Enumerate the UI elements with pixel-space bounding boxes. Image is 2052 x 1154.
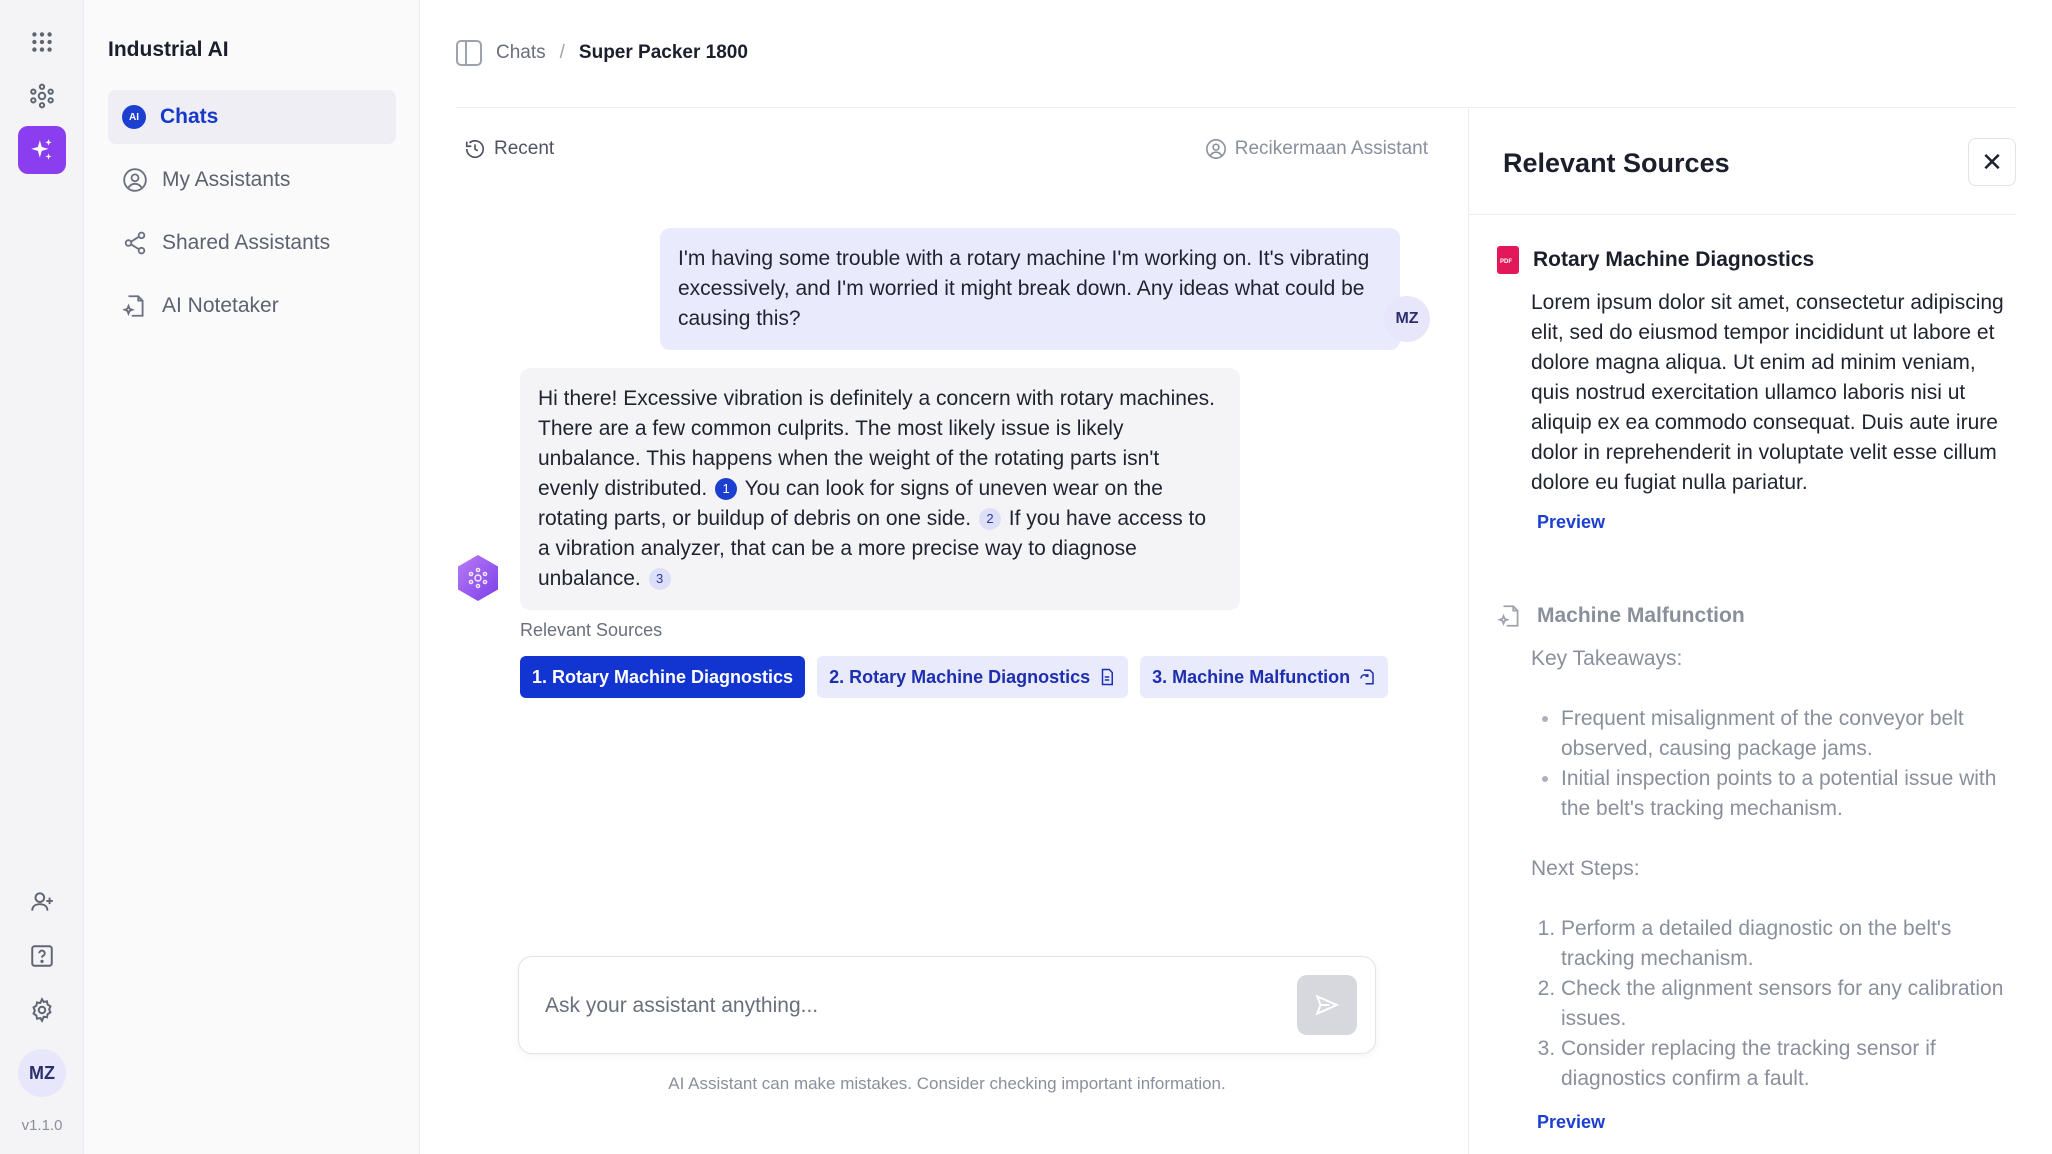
- close-icon: ✕: [1981, 146, 2003, 177]
- sidebar: Industrial AI AI Chats My Assistants Sha…: [84, 0, 420, 1154]
- source-entry: Machine Malfunction Key Takeaways: Frequ…: [1497, 602, 2011, 1133]
- source-chip-label: 3. Machine Malfunction: [1152, 666, 1351, 687]
- breadcrumb: Chats / Super Packer 1800: [456, 40, 748, 66]
- relevant-sources-label: Relevant Sources: [520, 620, 663, 640]
- list-item: Frequent misalignment of the conveyor be…: [1561, 704, 2011, 764]
- source-title[interactable]: Machine Malfunction: [1497, 602, 2011, 630]
- refresh-doc-icon: [1360, 669, 1374, 685]
- sources-panel: Relevant Sources ✕ Rotary Machine Diagno…: [1468, 108, 2016, 1154]
- list-item: Consider replacing the tracking sensor i…: [1561, 1034, 2011, 1094]
- assistant-selector[interactable]: Recikermaan Assistant: [1205, 138, 1428, 160]
- sidebar-item-ai-notetaker[interactable]: AI Notetaker: [108, 279, 396, 333]
- user-avatar: MZ: [1384, 296, 1430, 342]
- source-title-text: Rotary Machine Diagnostics: [1533, 248, 1815, 271]
- takeaways-label: Key Takeaways:: [1531, 647, 1683, 670]
- sidebar-item-label: My Assistants: [162, 168, 291, 191]
- network-icon[interactable]: [18, 72, 66, 120]
- help-icon[interactable]: [18, 932, 66, 980]
- recent-button[interactable]: Recent: [464, 138, 554, 160]
- top-header: Chats / Super Packer 1800: [456, 0, 2016, 108]
- chat-input-box: [518, 956, 1376, 1054]
- source-chip[interactable]: 2. Rotary Machine Diagnostics: [817, 656, 1129, 698]
- source-chip[interactable]: 3. Machine Malfunction: [1140, 656, 1389, 698]
- sparkle-ai-icon[interactable]: [18, 126, 66, 174]
- source-excerpt: Key Takeaways: Frequent misalignment of …: [1531, 644, 2011, 1094]
- settings-icon[interactable]: [18, 986, 66, 1034]
- icon-rail: MZ v1.1.0: [0, 0, 84, 1154]
- note-sparkle-icon: [1497, 605, 1519, 627]
- app-title: Industrial AI: [108, 38, 229, 61]
- pdf-icon: [1497, 246, 1519, 274]
- preview-link[interactable]: Preview: [1537, 512, 2011, 533]
- user-circle-icon: [122, 167, 148, 193]
- breadcrumb-current: Super Packer 1800: [578, 42, 748, 63]
- source-title[interactable]: Rotary Machine Diagnostics: [1497, 246, 2011, 274]
- divider: [1469, 214, 2016, 215]
- list-item: Initial inspection points to a potential…: [1561, 764, 2011, 824]
- close-button[interactable]: ✕: [1968, 138, 2016, 186]
- sidebar-item-label: Shared Assistants: [162, 231, 331, 254]
- breadcrumb-root[interactable]: Chats: [496, 42, 546, 64]
- sidebar-item-shared-assistants[interactable]: Shared Assistants: [108, 216, 396, 270]
- sources-panel-title: Relevant Sources: [1503, 148, 1730, 178]
- sidebar-item-chats[interactable]: AI Chats: [108, 90, 396, 144]
- app-version: v1.1.0: [21, 1117, 63, 1134]
- source-entry: Rotary Machine Diagnostics Lorem ipsum d…: [1497, 246, 2011, 533]
- toggle-sidebar-icon[interactable]: [456, 40, 482, 66]
- share-icon: [122, 230, 148, 256]
- ai-badge-icon: AI: [122, 105, 146, 129]
- sidebar-item-label: Chats: [160, 105, 219, 128]
- list-item: Perform a detailed diagnostic on the bel…: [1561, 914, 2011, 974]
- takeaways-list: Frequent misalignment of the conveyor be…: [1561, 704, 2011, 824]
- chat-area: Recent Recikermaan Assistant I'm having …: [456, 108, 1468, 1154]
- document-icon: [1101, 668, 1114, 686]
- source-chips: 1. Rotary Machine Diagnostics 2. Rotary …: [520, 656, 1389, 698]
- assistant-name-label: Recikermaan Assistant: [1234, 138, 1428, 159]
- history-icon: [465, 140, 485, 159]
- citation-badge[interactable]: 2: [978, 508, 1001, 530]
- next-steps-label: Next Steps:: [1531, 857, 1640, 880]
- assistant-message: Hi there! Excessive vibration is definit…: [520, 368, 1240, 610]
- add-user-icon[interactable]: [18, 878, 66, 926]
- sidebar-item-label: AI Notetaker: [162, 294, 279, 317]
- user-message: I'm having some trouble with a rotary ma…: [660, 228, 1400, 350]
- source-title-text: Machine Malfunction: [1537, 604, 1745, 627]
- send-button[interactable]: [1297, 975, 1357, 1035]
- send-icon: [1315, 994, 1340, 1016]
- source-chip-label: 1. Rotary Machine Diagnostics: [532, 666, 794, 687]
- assistant-avatar-icon: [458, 555, 498, 601]
- source-excerpt: Lorem ipsum dolor sit amet, consectetur …: [1531, 291, 2004, 494]
- source-chip[interactable]: 1. Rotary Machine Diagnostics: [520, 656, 806, 698]
- chat-input[interactable]: [545, 987, 1245, 1025]
- disclaimer: AI Assistant can make mistakes. Consider…: [668, 1074, 1226, 1093]
- citation-badge[interactable]: 1: [715, 478, 738, 500]
- apps-grid-icon[interactable]: [18, 18, 66, 66]
- avatar[interactable]: MZ: [18, 1049, 66, 1097]
- preview-link[interactable]: Preview: [1537, 1112, 2011, 1133]
- citation-badge[interactable]: 3: [648, 568, 671, 590]
- source-chip-label: 2. Rotary Machine Diagnostics: [829, 666, 1091, 687]
- list-item: Check the alignment sensors for any cali…: [1561, 974, 2011, 1034]
- sidebar-item-my-assistants[interactable]: My Assistants: [108, 153, 396, 207]
- user-circle-icon: [1205, 139, 1226, 159]
- recent-label: Recent: [494, 138, 555, 159]
- next-steps-list: Perform a detailed diagnostic on the bel…: [1561, 914, 2011, 1094]
- note-sparkle-icon: [122, 293, 148, 319]
- breadcrumb-separator: /: [559, 42, 565, 63]
